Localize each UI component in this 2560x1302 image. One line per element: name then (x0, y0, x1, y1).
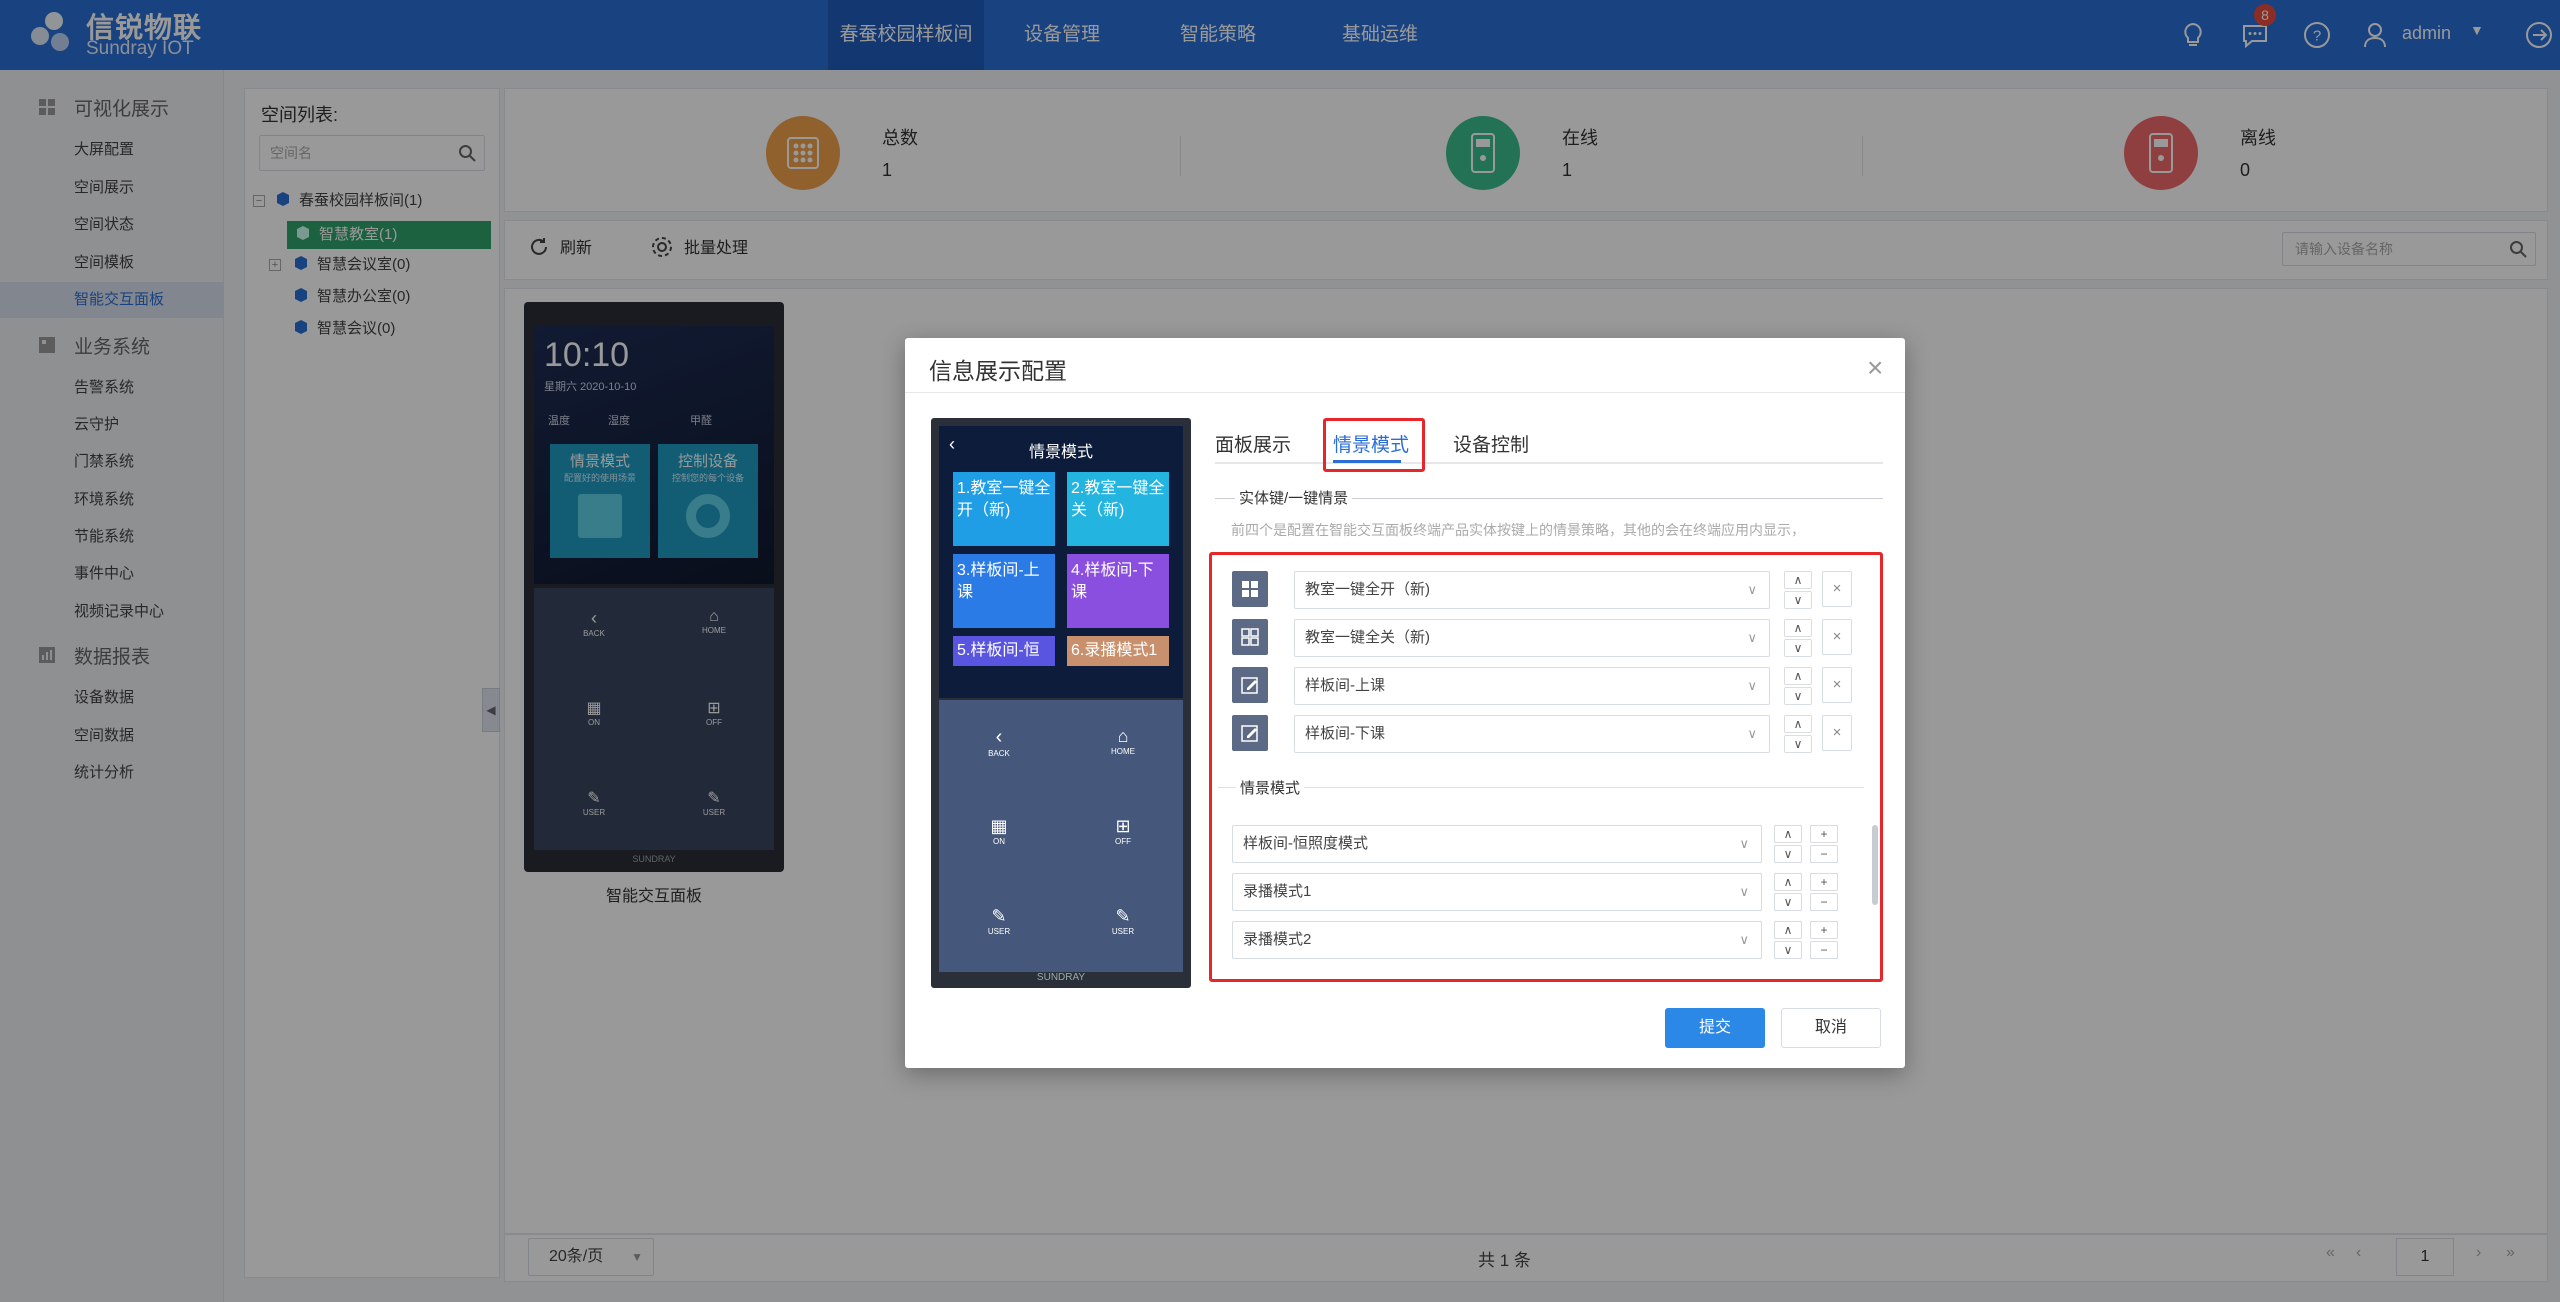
move-down-button[interactable]: ∨ (1784, 639, 1812, 657)
highlight-box-tab (1323, 418, 1425, 472)
info-display-config-modal: 信息展示配置 × ‹ 情景模式 1.教室一键全开（新) 2.教室一键全关（新) … (905, 338, 1905, 1068)
move-up-button[interactable]: ∧ (1774, 873, 1802, 891)
move-up-button[interactable]: ∧ (1784, 667, 1812, 685)
scene-fieldset: 情景模式 (1218, 777, 1864, 798)
move-up-button[interactable]: ∧ (1774, 921, 1802, 939)
physical-key-select[interactable]: 教室一键全关（新) ∨ (1294, 619, 1770, 657)
cancel-button[interactable]: 取消 (1781, 1008, 1881, 1048)
preview-screen: ‹ 情景模式 1.教室一键全开（新) 2.教室一键全关（新) 3.样板间-上课 … (939, 426, 1183, 698)
remove-button[interactable]: × (1822, 619, 1852, 655)
remove-button[interactable]: × (1822, 667, 1852, 703)
key-user: ✎ USER (987, 906, 1011, 936)
key-on: ▦ ON (990, 816, 1008, 846)
fieldset-legend: 情景模式 (1236, 777, 1305, 798)
minus-button[interactable]: − (1810, 893, 1838, 911)
order-arrows: ∧ ∨ (1774, 873, 1802, 911)
close-icon[interactable]: × (1867, 352, 1883, 384)
preview-tile-4: 4.样板间-下课 (1067, 554, 1169, 628)
order-arrows: ∧ ∨ (1784, 715, 1812, 753)
physical-key-select[interactable]: 样板间-下课 ∨ (1294, 715, 1770, 753)
remove-button[interactable]: × (1822, 571, 1852, 607)
fieldset-legend: 实体键/一键情景 (1235, 487, 1353, 508)
move-down-button[interactable]: ∨ (1774, 893, 1802, 911)
highlight-box-scenes: 教室一键全开（新) ∨ ∧ ∨ × 教室一键全关（新) ∨ ∧ ∨ × 样板间-上课 ∨ … (1209, 552, 1883, 982)
scene-select[interactable]: 录播模式2 ∨ (1232, 921, 1762, 959)
preview-brand: SUNDRAY (1036, 972, 1086, 983)
preview-tile-6: 6.录播模式1 (1067, 636, 1169, 666)
edit-key-icon (1232, 667, 1268, 703)
chevron-down-icon: ∨ (1739, 884, 1749, 899)
add-remove-buttons: + − (1810, 825, 1838, 863)
scrollbar[interactable] (1872, 825, 1878, 905)
move-down-button[interactable]: ∨ (1774, 845, 1802, 863)
add-remove-buttons: + − (1810, 921, 1838, 959)
tab-divider (1215, 462, 1883, 464)
chevron-down-icon: ∨ (1747, 726, 1757, 741)
chevron-down-icon: ∨ (1747, 582, 1757, 597)
move-down-button[interactable]: ∨ (1774, 941, 1802, 959)
order-arrows: ∧ ∨ (1774, 921, 1802, 959)
chevron-down-icon: ∨ (1747, 678, 1757, 693)
preview-keys: ‹ BACK ⌂ HOME ▦ ON ⊞ OFF ✎ USER ✎ USER (939, 700, 1183, 972)
order-arrows: ∧ ∨ (1774, 825, 1802, 863)
add-button[interactable]: + (1810, 825, 1838, 843)
scene-select[interactable]: 样板间-恒照度模式 ∨ (1232, 825, 1762, 863)
modal-divider (905, 392, 1905, 393)
add-button[interactable]: + (1810, 921, 1838, 939)
remove-button[interactable]: × (1822, 715, 1852, 751)
scene-row: 样板间-恒照度模式 ∨ ∧ ∨ + − (1232, 825, 1872, 865)
move-down-button[interactable]: ∨ (1784, 735, 1812, 753)
physical-key-select[interactable]: 教室一键全开（新) ∨ (1294, 571, 1770, 609)
add-remove-buttons: + − (1810, 873, 1838, 911)
preview-title: 情景模式 (1028, 444, 1093, 461)
chevron-down-icon: ∨ (1739, 836, 1749, 851)
move-up-button[interactable]: ∧ (1784, 571, 1812, 589)
key-home: ⌂ HOME (1111, 726, 1135, 756)
move-down-button[interactable]: ∨ (1784, 687, 1812, 705)
scene-select[interactable]: 录播模式1 ∨ (1232, 873, 1762, 911)
preview-tile-2: 2.教室一键全关（新) (1067, 472, 1169, 546)
key-user: ✎ USER (1111, 906, 1135, 936)
order-arrows: ∧ ∨ (1784, 619, 1812, 657)
physical-key-row: 教室一键全关（新) ∨ ∧ ∨ × (1232, 619, 1872, 659)
key-back: ‹ BACK (988, 726, 1010, 758)
minus-button[interactable]: − (1810, 941, 1838, 959)
physical-key-select[interactable]: 样板间-上课 ∨ (1294, 667, 1770, 705)
order-arrows: ∧ ∨ (1784, 667, 1812, 705)
move-up-button[interactable]: ∧ (1784, 619, 1812, 637)
scene-row: 录播模式1 ∨ ∧ ∨ + − (1232, 873, 1872, 913)
key-off: ⊞ OFF (1115, 816, 1131, 846)
submit-button[interactable]: 提交 (1665, 1008, 1765, 1048)
off-key-icon (1232, 619, 1268, 655)
preview-tile-3: 3.样板间-上课 (953, 554, 1055, 628)
move-up-button[interactable]: ∧ (1774, 825, 1802, 843)
chevron-down-icon: ∨ (1739, 932, 1749, 947)
chevron-down-icon: ∨ (1747, 630, 1757, 645)
edit-key-icon (1232, 715, 1268, 751)
panel-preview: ‹ 情景模式 1.教室一键全开（新) 2.教室一键全关（新) 3.样板间-上课 … (931, 418, 1191, 988)
physical-key-row: 样板间-下课 ∨ ∧ ∨ × (1232, 715, 1872, 755)
preview-tile-5: 5.样板间-恒 (953, 636, 1055, 666)
order-arrows: ∧ ∨ (1784, 571, 1812, 609)
scene-row: 录播模式2 ∨ ∧ ∨ + − (1232, 921, 1872, 961)
move-down-button[interactable]: ∨ (1784, 591, 1812, 609)
tab-panel-display[interactable]: 面板展示 (1215, 430, 1291, 457)
modal-title: 信息展示配置 (929, 358, 1067, 384)
minus-button[interactable]: − (1810, 845, 1838, 863)
on-key-icon (1232, 571, 1268, 607)
physical-key-row: 教室一键全开（新) ∨ ∧ ∨ × (1232, 571, 1872, 611)
add-button[interactable]: + (1810, 873, 1838, 891)
physical-key-row: 样板间-上课 ∨ ∧ ∨ × (1232, 667, 1872, 707)
move-up-button[interactable]: ∧ (1784, 715, 1812, 733)
tab-device-control[interactable]: 设备控制 (1453, 430, 1529, 457)
preview-tile-1: 1.教室一键全开（新) (953, 472, 1055, 546)
